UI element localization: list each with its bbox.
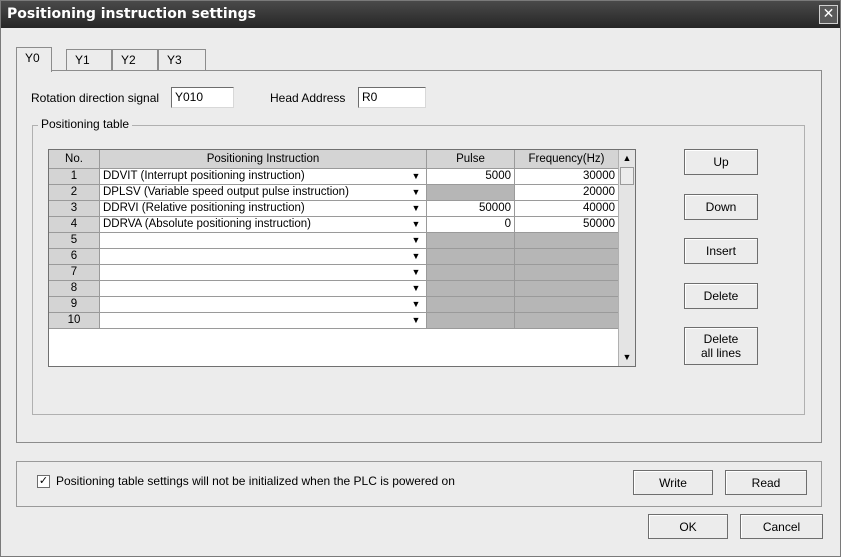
- pulse-cell[interactable]: 5000: [427, 169, 515, 185]
- read-button[interactable]: Read: [725, 470, 807, 495]
- dropdown-arrow-icon[interactable]: ▼: [409, 313, 423, 328]
- instruction-cell[interactable]: DDRVI (Relative positioning instruction): [100, 201, 427, 217]
- dropdown-arrow-icon[interactable]: ▼: [409, 297, 423, 312]
- instruction-cell[interactable]: [100, 233, 427, 249]
- tab-y1[interactable]: Y1: [66, 49, 112, 70]
- frequency-cell[interactable]: 20000: [515, 185, 619, 201]
- head-address-label: Head Address: [270, 91, 346, 105]
- delete-all-lines-button[interactable]: Delete all lines: [684, 327, 758, 365]
- dropdown-arrow-icon[interactable]: ▼: [409, 249, 423, 264]
- close-button[interactable]: ✕: [819, 5, 838, 24]
- dropdown-arrow-icon[interactable]: ▼: [409, 169, 423, 184]
- column-header-frequency: Frequency(Hz): [515, 150, 619, 169]
- frequency-cell[interactable]: [515, 313, 619, 329]
- tab-y0[interactable]: Y0: [16, 47, 52, 72]
- init-checkbox-label: Positioning table settings will not be i…: [56, 474, 455, 488]
- table-scrollbar[interactable]: ▲ ▼: [618, 150, 635, 366]
- instruction-cell[interactable]: [100, 313, 427, 329]
- tab-y2[interactable]: Y2: [112, 49, 158, 70]
- frequency-cell[interactable]: 40000: [515, 201, 619, 217]
- positioning-table-title: Positioning table: [38, 117, 133, 131]
- scroll-down-icon[interactable]: ▼: [619, 349, 635, 365]
- rotation-direction-input[interactable]: Y010: [171, 87, 234, 108]
- pulse-cell[interactable]: [427, 313, 515, 329]
- insert-button[interactable]: Insert: [684, 238, 758, 264]
- row-number: 9: [49, 297, 100, 313]
- window-title: Positioning instruction settings: [7, 6, 256, 22]
- dropdown-arrow-icon[interactable]: ▼: [409, 217, 423, 232]
- ok-button[interactable]: OK: [648, 514, 728, 539]
- scroll-up-icon[interactable]: ▲: [619, 150, 635, 166]
- dropdown-arrow-icon[interactable]: ▼: [409, 201, 423, 216]
- instruction-cell[interactable]: [100, 249, 427, 265]
- pulse-cell[interactable]: [427, 297, 515, 313]
- row-number: 1: [49, 169, 100, 185]
- delete-all-line1: Delete: [703, 332, 739, 346]
- head-address-input[interactable]: R0: [358, 87, 426, 108]
- tab-label: Y3: [167, 53, 182, 67]
- dropdown-arrow-icon[interactable]: ▼: [409, 281, 423, 296]
- instruction-cell[interactable]: DDVIT (Interrupt positioning instruction…: [100, 169, 427, 185]
- check-icon: ✓: [38, 475, 49, 487]
- tab-label: Y0: [25, 51, 40, 65]
- row-number: 6: [49, 249, 100, 265]
- down-button[interactable]: Down: [684, 194, 758, 220]
- up-button[interactable]: Up: [684, 149, 758, 175]
- init-checkbox[interactable]: ✓: [37, 475, 50, 488]
- frequency-cell[interactable]: [515, 265, 619, 281]
- dropdown-arrow-icon[interactable]: ▼: [409, 265, 423, 280]
- dropdown-arrow-icon[interactable]: ▼: [409, 185, 423, 200]
- row-number: 3: [49, 201, 100, 217]
- row-number: 4: [49, 217, 100, 233]
- delete-button[interactable]: Delete: [684, 283, 758, 309]
- close-icon: ✕: [822, 6, 835, 22]
- cancel-button[interactable]: Cancel: [740, 514, 823, 539]
- dropdown-arrow-icon[interactable]: ▼: [409, 233, 423, 248]
- column-header-pulse: Pulse: [427, 150, 515, 169]
- frequency-cell[interactable]: 50000: [515, 217, 619, 233]
- scroll-thumb[interactable]: [620, 167, 634, 185]
- title-bar: Positioning instruction settings ✕: [1, 1, 840, 28]
- instruction-cell[interactable]: DDRVA (Absolute positioning instruction): [100, 217, 427, 233]
- column-header-instruction: Positioning Instruction: [100, 150, 427, 169]
- pulse-cell[interactable]: [427, 233, 515, 249]
- tab-label: Y1: [75, 53, 90, 67]
- row-number: 8: [49, 281, 100, 297]
- write-button[interactable]: Write: [633, 470, 713, 495]
- frequency-cell[interactable]: [515, 249, 619, 265]
- column-header-no: No.: [49, 150, 100, 169]
- frequency-cell[interactable]: [515, 297, 619, 313]
- instruction-cell[interactable]: [100, 297, 427, 313]
- instruction-cell[interactable]: [100, 281, 427, 297]
- pulse-cell[interactable]: [427, 265, 515, 281]
- positioning-table: No. Positioning Instruction Pulse Freque…: [48, 149, 636, 367]
- pulse-cell[interactable]: [427, 185, 515, 201]
- row-number: 7: [49, 265, 100, 281]
- delete-all-line2: all lines: [700, 346, 742, 360]
- frequency-cell[interactable]: 30000: [515, 169, 619, 185]
- frequency-cell[interactable]: [515, 233, 619, 249]
- row-number: 5: [49, 233, 100, 249]
- pulse-cell[interactable]: 50000: [427, 201, 515, 217]
- row-number: 2: [49, 185, 100, 201]
- frequency-cell[interactable]: [515, 281, 619, 297]
- row-number: 10: [49, 313, 100, 329]
- instruction-cell[interactable]: DPLSV (Variable speed output pulse instr…: [100, 185, 427, 201]
- pulse-cell[interactable]: [427, 249, 515, 265]
- pulse-cell[interactable]: [427, 281, 515, 297]
- tab-y3[interactable]: Y3: [158, 49, 206, 70]
- instruction-cell[interactable]: [100, 265, 427, 281]
- rotation-direction-label: Rotation direction signal: [31, 91, 160, 105]
- tab-label: Y2: [121, 53, 136, 67]
- pulse-cell[interactable]: 0: [427, 217, 515, 233]
